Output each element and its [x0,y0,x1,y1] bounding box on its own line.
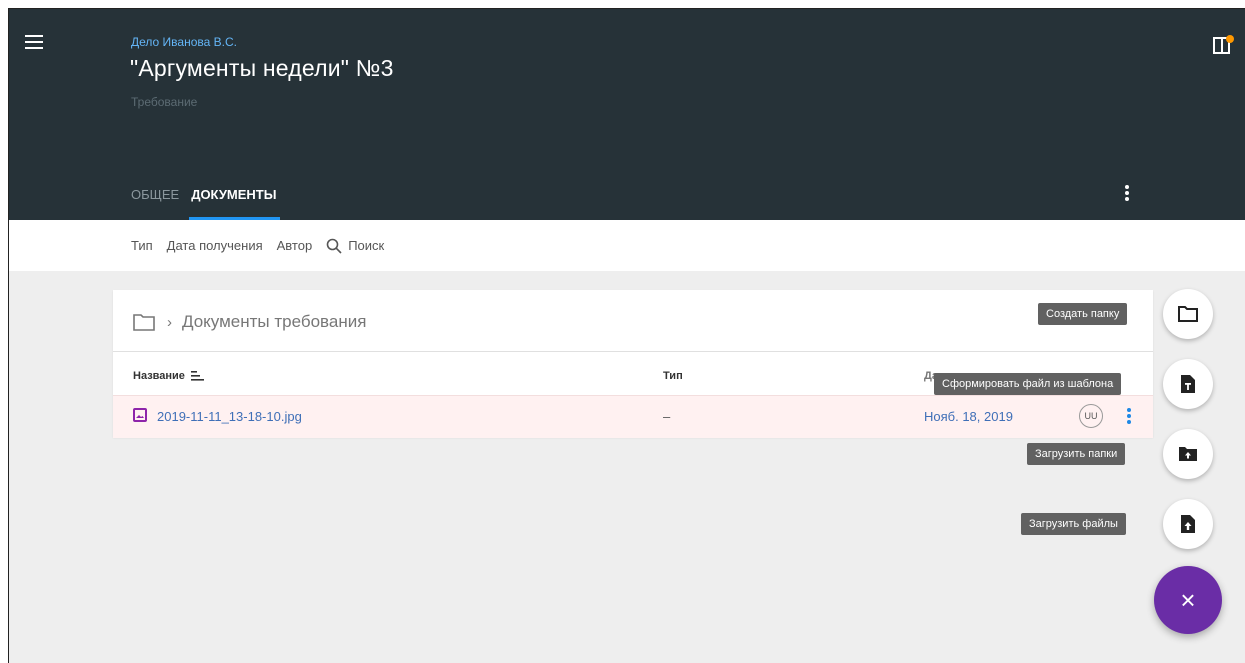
file-upload-icon [1181,515,1195,533]
hamburger-menu-icon[interactable] [25,35,43,49]
tab-bar: ОБЩЕЕ ДОКУМЕНТЫ [131,185,290,220]
column-header-name[interactable]: Название [133,370,205,382]
file-date: Нояб. 18, 2019 [924,409,1013,424]
upload-files-button[interactable] [1163,499,1213,549]
page-title: "Аргументы недели" №3 [130,55,394,81]
search-icon [326,238,342,254]
divider [113,351,1153,352]
documents-card: › Документы требования Название Тип Дата… [113,290,1153,438]
upload-folders-button[interactable] [1163,429,1213,479]
filter-bar: Тип Дата получения Автор Поиск [9,220,1245,271]
page-subtitle: Требование [131,95,198,109]
search-button[interactable]: Поиск [326,238,384,254]
file-type: – [663,409,671,424]
app-window: Дело Иванова В.С. "Аргументы недели" №3 … [8,8,1245,663]
filter-author[interactable]: Автор [277,238,313,253]
close-icon: × [1180,584,1196,615]
image-file-icon [133,408,147,422]
app-header: Дело Иванова В.С. "Аргументы недели" №3 … [9,9,1245,220]
chevron-right-icon: › [167,313,172,331]
tooltip-from-template: Сформировать файл из шаблона [934,373,1122,395]
tooltip-upload-folders: Загрузить папки [1027,443,1126,465]
column-header-name-label: Название [133,370,185,382]
folder-icon [133,314,155,331]
table-row[interactable]: 2019-11-11_13-18-10.jpg – Нояб. 18, 2019… [113,395,1153,438]
create-from-template-button[interactable] [1163,359,1213,409]
filter-date[interactable]: Дата получения [167,238,263,253]
filter-type[interactable]: Тип [131,238,153,253]
side-panel-icon[interactable] [1213,35,1235,55]
template-file-icon [1181,375,1195,393]
create-folder-button[interactable] [1163,289,1213,339]
folder-icon [1178,306,1198,322]
column-header-type[interactable]: Тип [663,370,683,382]
tooltip-create-folder: Создать папку [1038,303,1128,325]
more-options-icon[interactable] [1122,185,1132,205]
breadcrumb-folder[interactable]: Документы требования [182,312,366,332]
tab-general[interactable]: ОБЩЕЕ [131,185,179,218]
tooltip-upload-files: Загрузить файлы [1021,513,1126,535]
close-speed-dial-button[interactable]: × [1154,566,1222,634]
tab-documents[interactable]: ДОКУМЕНТЫ [189,185,281,220]
author-avatar[interactable]: UU [1079,404,1103,428]
folder-upload-icon [1179,447,1197,461]
search-label: Поиск [348,238,385,253]
case-link[interactable]: Дело Иванова В.С. [131,35,237,49]
file-name-link[interactable]: 2019-11-11_13-18-10.jpg [157,409,302,424]
breadcrumb: › Документы требования [133,312,366,332]
sort-icon [190,371,204,381]
row-more-options-icon[interactable] [1124,408,1134,426]
